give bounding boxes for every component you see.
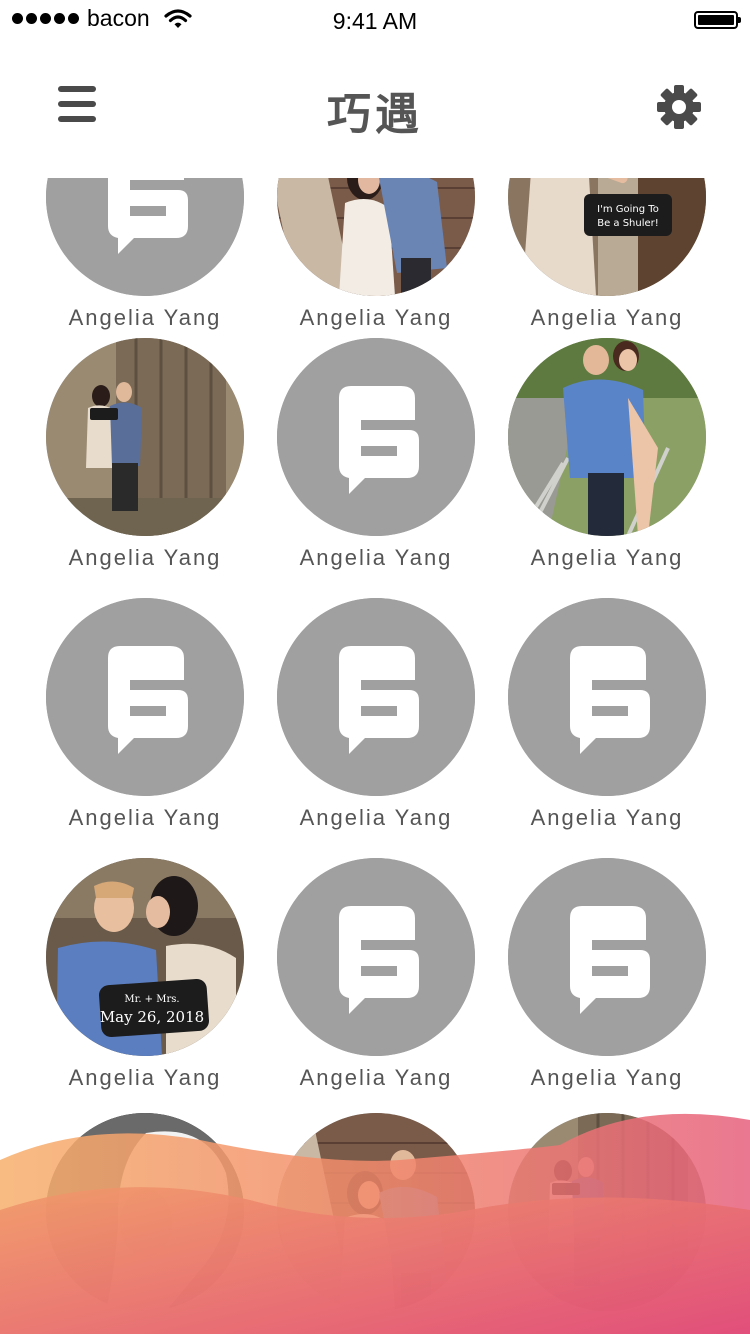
user-card[interactable]: Angelia Yang [497, 338, 717, 588]
user-card[interactable] [497, 1113, 717, 1334]
user-avatar[interactable]: I'm Going To Be a Shuler! [508, 178, 706, 296]
nav-bar: 巧遇 [0, 60, 750, 150]
default-avatar-icon[interactable] [46, 598, 244, 796]
svg-text:Be a Shuler!: Be a Shuler! [597, 218, 659, 229]
user-name: Angelia Yang [299, 545, 453, 570]
user-avatar[interactable] [277, 178, 475, 296]
user-card[interactable]: Angelia Yang [266, 178, 486, 348]
user-name: Angelia Yang [299, 305, 453, 330]
user-card[interactable]: Mr. + Mrs. May 26, 2018 Angelia Yang [35, 858, 255, 1108]
user-name: Angelia Yang [299, 805, 453, 830]
user-name: Angelia Yang [530, 1065, 684, 1090]
user-card[interactable] [266, 1113, 486, 1334]
svg-text:Mr. + Mrs.: Mr. + Mrs. [124, 994, 179, 1005]
user-name: Angelia Yang [68, 305, 222, 330]
user-avatar[interactable] [277, 1113, 475, 1311]
user-avatar[interactable] [508, 1113, 706, 1311]
default-avatar-icon[interactable] [508, 858, 706, 1056]
user-card[interactable]: Angelia Yang [497, 598, 717, 848]
user-card[interactable]: Angelia Yang [266, 598, 486, 848]
user-name: Angelia Yang [299, 1065, 453, 1090]
user-name: Angelia Yang [68, 1065, 222, 1090]
page-title: 巧遇 [327, 90, 423, 139]
settings-button[interactable] [652, 80, 706, 134]
default-avatar-icon[interactable] [277, 338, 475, 536]
svg-text:May 26, 2018: May 26, 2018 [100, 1008, 204, 1026]
user-card[interactable]: Angelia Yang [35, 178, 255, 348]
user-card[interactable] [35, 1113, 255, 1334]
user-avatar[interactable]: Mr. + Mrs. May 26, 2018 [46, 858, 244, 1056]
svg-text:I'm Going To: I'm Going To [597, 204, 659, 215]
default-avatar-icon[interactable] [277, 858, 475, 1056]
user-card[interactable]: Angelia Yang [35, 598, 255, 848]
default-avatar-icon[interactable] [508, 598, 706, 796]
user-name: Angelia Yang [530, 545, 684, 570]
user-card[interactable]: Angelia Yang [497, 858, 717, 1108]
battery-icon [694, 11, 741, 29]
default-avatar-icon[interactable] [46, 178, 244, 296]
user-grid-scroll[interactable]: Angelia Yang Angelia Yang I'm Going To Be a… [0, 178, 750, 1334]
status-time: 9:41 AM [332, 8, 418, 34]
gear-icon [657, 85, 701, 129]
user-card[interactable]: Angelia Yang [266, 338, 486, 588]
user-name: Angelia Yang [68, 805, 222, 830]
user-avatar[interactable] [508, 338, 706, 536]
user-name: Angelia Yang [530, 805, 684, 830]
user-card[interactable]: Angelia Yang [35, 338, 255, 588]
user-card[interactable]: Angelia Yang [266, 858, 486, 1108]
user-name: Angelia Yang [530, 305, 684, 330]
user-avatar[interactable] [46, 338, 244, 536]
default-avatar-icon[interactable] [277, 598, 475, 796]
user-name: Angelia Yang [68, 545, 222, 570]
user-card[interactable]: I'm Going To Be a Shuler! Angelia Yang [497, 178, 717, 348]
user-avatar[interactable] [46, 1113, 244, 1311]
status-bar: bacon 9:41 AM [0, 0, 750, 40]
